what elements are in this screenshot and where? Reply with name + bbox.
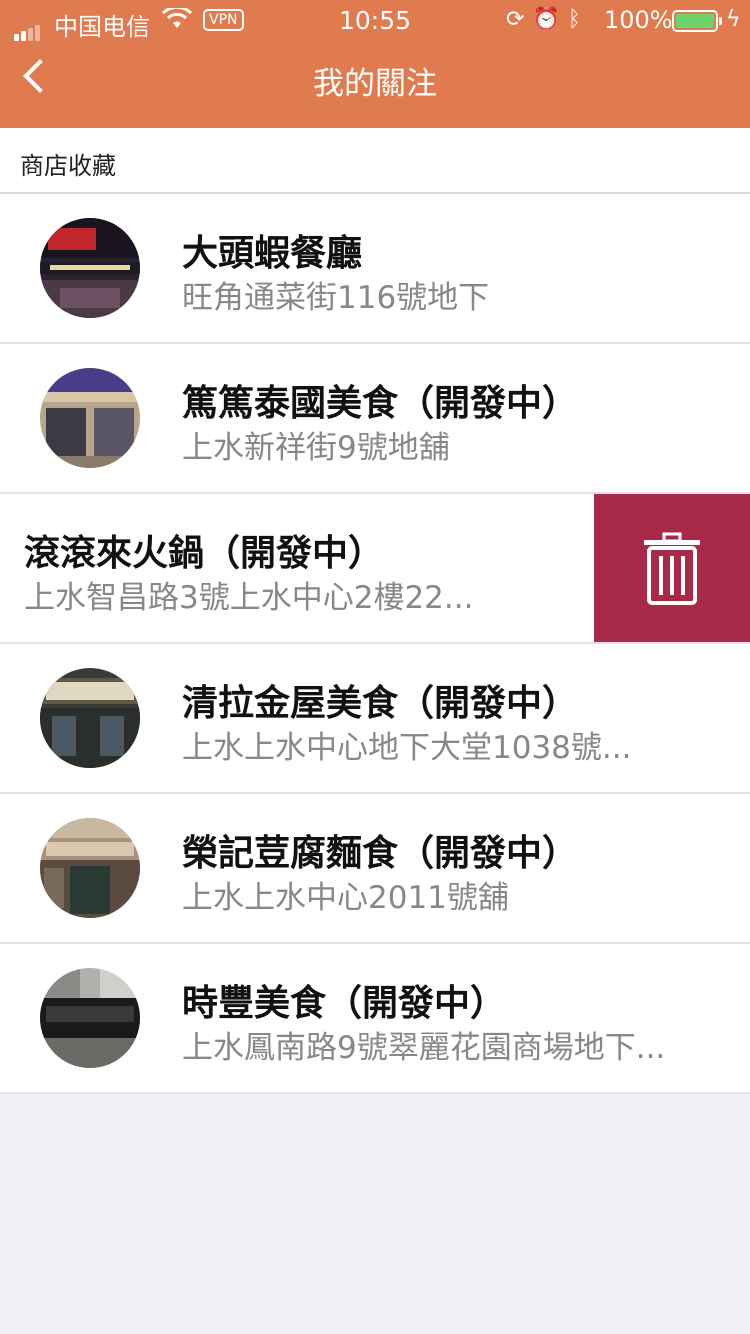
store-name: 大頭蝦餐廳 — [182, 233, 363, 274]
rotation-lock-icon: ⟳ — [506, 7, 533, 32]
header-bar: 中国电信 VPN 10:55 ⟳⏰ᛒ 100% ϟ 我的關注 — [0, 0, 750, 128]
store-name: 時豐美食（開發中） — [182, 983, 507, 1024]
store-avatar — [40, 218, 140, 318]
store-avatar — [40, 668, 140, 768]
store-list: 大頭蝦餐廳 旺角通菜街116號地下 篤篤泰國美食（開發中） 上水新祥街9號地舖 … — [0, 194, 750, 1094]
store-avatar — [40, 818, 140, 918]
store-row[interactable]: 時豐美食（開發中） 上水鳳南路9號翠麗花園商場地下... — [0, 944, 750, 1094]
store-name: 滾滾來火鍋（開發中） — [24, 533, 385, 574]
store-address: 旺角通菜街116號地下 — [182, 280, 490, 316]
store-row[interactable]: 清拉金屋美食（開發中） 上水上水中心地下大堂1038號... — [0, 644, 750, 794]
store-address: 上水上水中心2011號舖 — [182, 880, 509, 916]
battery-percent: 100% — [604, 6, 673, 34]
store-address: 上水鳳南路9號翠麗花園商場地下... — [182, 1030, 666, 1066]
store-row[interactable]: 榮記荳腐麵食（開發中） 上水上水中心2011號舖 — [0, 794, 750, 944]
alarm-icon: ⏰ — [532, 7, 568, 32]
status-bar: 中国电信 VPN 10:55 ⟳⏰ᛒ 100% ϟ — [0, 0, 750, 41]
store-name: 篤篤泰國美食（開發中） — [182, 383, 579, 424]
store-name: 榮記荳腐麵食（開發中） — [182, 833, 579, 874]
store-row[interactable]: 大頭蝦餐廳 旺角通菜街116號地下 — [0, 194, 750, 344]
status-icons: ⟳⏰ᛒ — [506, 7, 589, 32]
bluetooth-icon: ᛒ — [567, 7, 590, 32]
store-name: 清拉金屋美食（開發中） — [182, 683, 579, 724]
store-row[interactable]: 篤篤泰國美食（開發中） 上水新祥街9號地舖 — [0, 344, 750, 494]
store-address: 上水新祥街9號地舖 — [182, 430, 450, 466]
store-address: 上水智昌路3號上水中心2樓22... — [24, 580, 474, 616]
store-avatar — [40, 368, 140, 468]
trash-icon — [644, 532, 700, 605]
section-header: 商店收藏 — [0, 128, 750, 194]
delete-button[interactable] — [594, 494, 750, 642]
store-row-swiped[interactable]: 滾滾來火鍋（開發中） 上水智昌路3號上水中心2樓22... — [0, 494, 750, 644]
battery-icon — [672, 10, 722, 32]
page-title: 我的關注 — [313, 66, 437, 102]
section-title: 商店收藏 — [20, 152, 116, 180]
charging-icon: ϟ — [726, 7, 741, 32]
store-avatar — [40, 968, 140, 1068]
store-address: 上水上水中心地下大堂1038號... — [182, 730, 632, 766]
